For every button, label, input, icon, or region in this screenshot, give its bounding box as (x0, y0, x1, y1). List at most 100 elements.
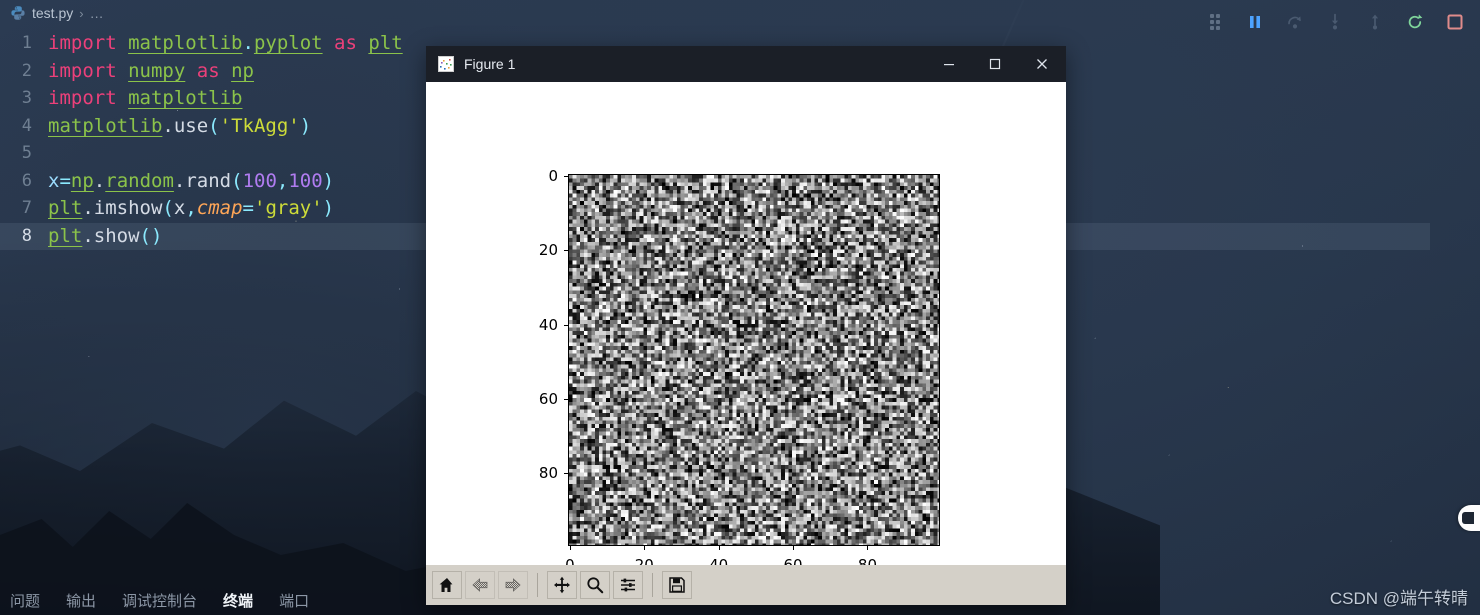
y-axis-tick-mark (564, 175, 568, 177)
close-button[interactable] (1018, 46, 1066, 82)
line-number: 5 (21, 143, 32, 163)
stop-icon[interactable] (1444, 11, 1466, 33)
code-token: plt (48, 224, 83, 247)
code-token: import (48, 59, 117, 82)
code-token: use (173, 114, 209, 137)
step-over-icon[interactable] (1284, 11, 1306, 33)
x-axis-tick-label: 20 (634, 556, 654, 565)
code-token: ( (231, 169, 243, 192)
code-token: show (93, 224, 140, 247)
csdn-watermark: CSDN @端午转晴 (1329, 589, 1468, 608)
pan-button[interactable] (547, 571, 577, 599)
breadcrumb[interactable]: test.py › … (0, 0, 105, 26)
breadcrumb-filename[interactable]: test.py (32, 5, 73, 21)
figure-window-title: Figure 1 (464, 56, 516, 72)
code-token: matplotlib (48, 114, 163, 137)
code-token: . (173, 169, 186, 192)
code-token: np (70, 169, 94, 192)
code-token: as (196, 59, 220, 82)
x-axis-tick-label: 40 (709, 556, 729, 565)
save-button[interactable] (662, 571, 692, 599)
code-token: ( (208, 114, 220, 137)
code-token: imshow (93, 197, 163, 219)
code-token: import (48, 87, 117, 109)
x-axis-tick-mark (867, 546, 869, 550)
drag-handle-icon[interactable] (1204, 11, 1226, 33)
y-axis-tick-mark (564, 399, 568, 401)
restart-icon[interactable] (1404, 11, 1426, 33)
x-axis-tick-mark (793, 546, 795, 550)
code-token: . (162, 114, 174, 137)
python-file-icon (10, 5, 26, 21)
code-token: rand (185, 169, 232, 192)
code-token: . (82, 224, 94, 247)
code-token: ( (162, 197, 174, 219)
code-token: = (242, 197, 254, 219)
breadcrumb-separator-icon: › (79, 5, 84, 21)
maximize-button[interactable] (972, 46, 1018, 82)
code-token: 100 (242, 169, 277, 192)
x-axis-tick-label: 60 (783, 556, 803, 565)
x-axis-tick-mark (718, 546, 720, 550)
code-token: plt (368, 32, 403, 54)
code-token: , (185, 197, 197, 219)
code-token: pyplot (253, 32, 323, 54)
back-button[interactable] (465, 571, 495, 599)
x-axis-tick-mark (644, 546, 646, 550)
panel-tab[interactable]: 终端 (223, 590, 253, 611)
code-token: ) (299, 114, 312, 137)
panel-tab[interactable]: 输出 (66, 590, 96, 611)
toolbar-separator (537, 573, 538, 597)
figure-navigation-toolbar (426, 565, 1066, 605)
imshow-image[interactable] (568, 174, 940, 546)
code-token: import (48, 32, 117, 54)
code-token: numpy (128, 59, 186, 82)
debug-toolbar (1204, 6, 1466, 38)
line-number: 7 (21, 198, 32, 218)
code-token: ( (139, 224, 151, 247)
line-number: 1 (21, 33, 32, 53)
panel-tab[interactable]: 问题 (10, 590, 40, 611)
zoom-button[interactable] (580, 571, 610, 599)
figure-window-titlebar[interactable]: Figure 1 (426, 46, 1066, 82)
x-axis-tick-label: 0 (565, 556, 575, 565)
plot-axes-area[interactable]: 0 20 40 60 80 0 20 40 60 80 (426, 82, 1066, 565)
matplotlib-figure-icon (438, 56, 454, 72)
y-axis-tick-mark (564, 250, 568, 252)
step-into-icon[interactable] (1324, 11, 1346, 33)
matplotlib-figure-window[interactable]: Figure 1 0 20 40 60 80 0 20 40 60 80 (426, 46, 1066, 605)
code-token: matplotlib (128, 32, 243, 54)
configure-subplots-button[interactable] (613, 571, 643, 599)
x-axis-tick-mark (569, 546, 571, 550)
y-axis-tick-mark (564, 324, 568, 326)
minimize-button[interactable] (926, 46, 972, 82)
code-token: = (59, 169, 71, 192)
forward-button[interactable] (498, 571, 528, 599)
bottom-panel-tabs: 问题 输出 调试控制台 终端 端口 (0, 585, 309, 615)
pause-icon[interactable] (1244, 11, 1266, 33)
line-number: 8 (21, 225, 32, 246)
toolbar-separator (652, 573, 653, 597)
figure-canvas[interactable]: 0 20 40 60 80 0 20 40 60 80 (426, 82, 1066, 565)
code-token: ) (151, 224, 163, 247)
panel-tab[interactable]: 端口 (279, 590, 309, 611)
code-token: as (334, 32, 357, 54)
breadcrumb-ellipsis[interactable]: … (90, 5, 105, 21)
panel-tab[interactable]: 调试控制台 (122, 590, 197, 611)
home-button[interactable] (432, 571, 462, 599)
x-axis-tick-label: 80 (857, 556, 877, 565)
line-number: 4 (21, 115, 32, 136)
code-token: 'TkAgg' (219, 114, 300, 137)
code-token: ) (322, 169, 335, 192)
code-token: cmap (196, 197, 243, 219)
y-axis-tick-label: 80 (538, 464, 558, 483)
y-axis-tick-label: 60 (538, 390, 558, 409)
step-out-icon[interactable] (1364, 11, 1386, 33)
